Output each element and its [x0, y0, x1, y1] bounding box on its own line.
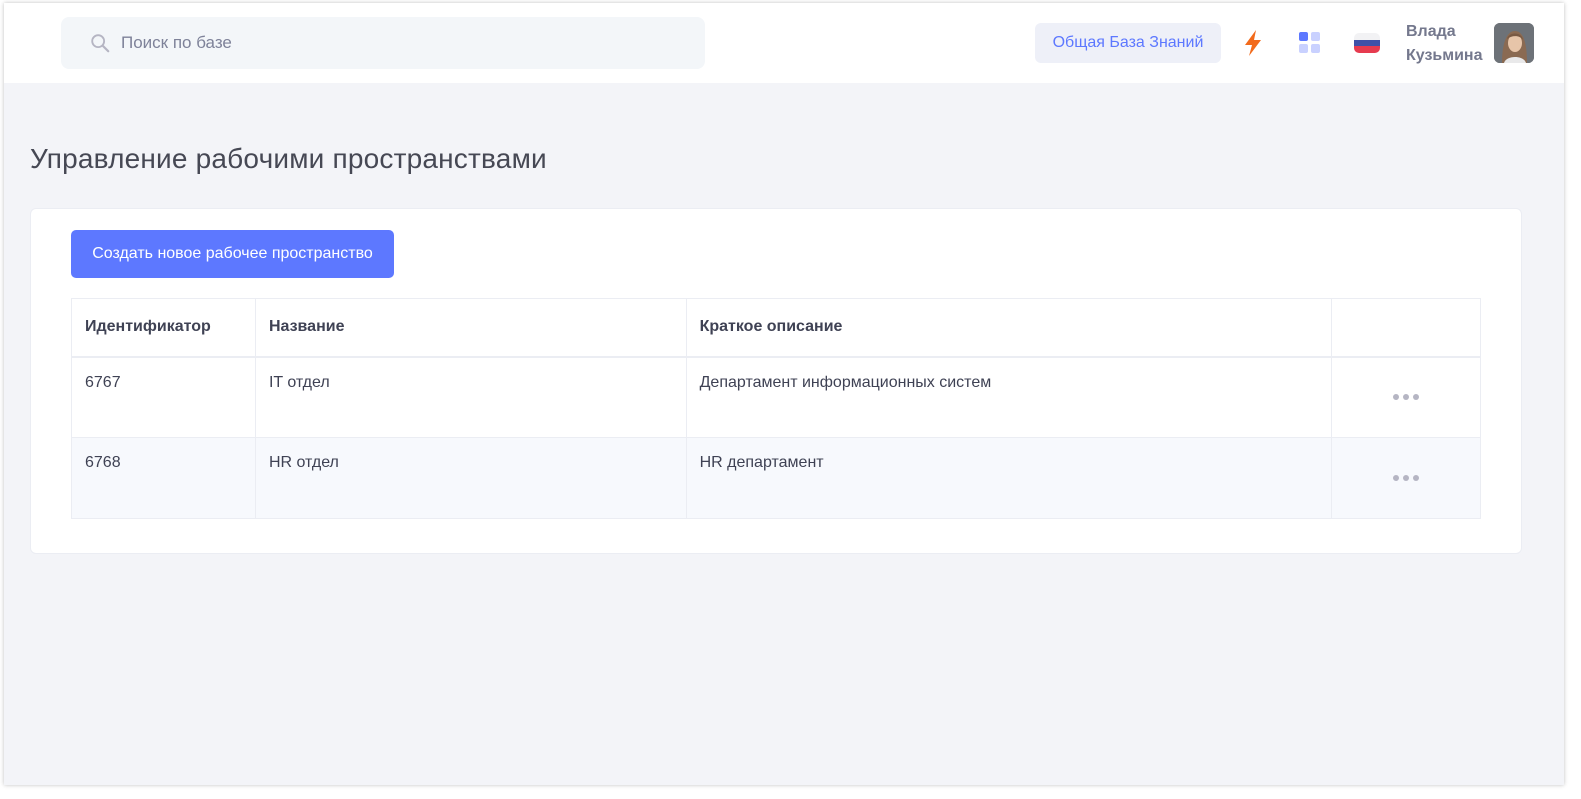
column-header-description: Краткое описание: [685, 298, 1333, 358]
avatar[interactable]: [1494, 23, 1534, 63]
cell-id: 6768: [71, 437, 256, 519]
lightning-button[interactable]: [1235, 25, 1271, 61]
user-last-name: Кузьмина: [1406, 47, 1483, 64]
user-first-name: Влада: [1406, 23, 1456, 40]
table-header-row: Идентификатор Название Краткое описание: [71, 298, 1481, 358]
cell-name: HR отдел: [254, 437, 687, 519]
cell-name: IT отдел: [254, 356, 687, 438]
cell-description: Департамент информационных систем: [685, 356, 1333, 438]
search-bar[interactable]: [61, 17, 705, 69]
cell-id: 6767: [71, 356, 256, 438]
user-name[interactable]: Влада Кузьмина: [1406, 20, 1490, 68]
app-window: Общая База Знаний: [4, 3, 1564, 785]
apps-button[interactable]: [1292, 25, 1328, 61]
apps-grid-icon: [1299, 32, 1320, 53]
avatar-image: [1494, 23, 1534, 63]
russian-flag-icon: [1354, 33, 1380, 53]
cell-description: HR департамент: [685, 437, 1333, 519]
search-icon: [91, 34, 110, 53]
knowledge-base-button[interactable]: Общая База Знаний: [1035, 23, 1221, 63]
workspaces-table: Идентификатор Название Краткое описание …: [71, 298, 1481, 519]
language-button[interactable]: [1349, 25, 1385, 61]
create-workspace-button[interactable]: Создать новое рабочее пространство: [71, 230, 394, 278]
table-row[interactable]: 6767 IT отдел Департамент информационных…: [71, 356, 1481, 438]
cell-actions: [1331, 356, 1481, 438]
search-input[interactable]: [121, 33, 681, 53]
more-actions-icon[interactable]: [1383, 465, 1429, 491]
page-title: Управление рабочими пространствами: [30, 143, 547, 174]
column-header-actions: [1331, 298, 1481, 358]
column-header-name: Название: [254, 298, 687, 358]
table-row[interactable]: 6768 HR отдел HR департамент: [71, 437, 1481, 519]
workspaces-card: Создать новое рабочее пространство Идент…: [30, 208, 1522, 554]
top-header: Общая База Знаний: [4, 3, 1564, 83]
column-header-id: Идентификатор: [71, 298, 256, 358]
more-actions-icon[interactable]: [1383, 384, 1429, 410]
cell-actions: [1331, 437, 1481, 519]
lightning-icon: [1245, 30, 1261, 56]
